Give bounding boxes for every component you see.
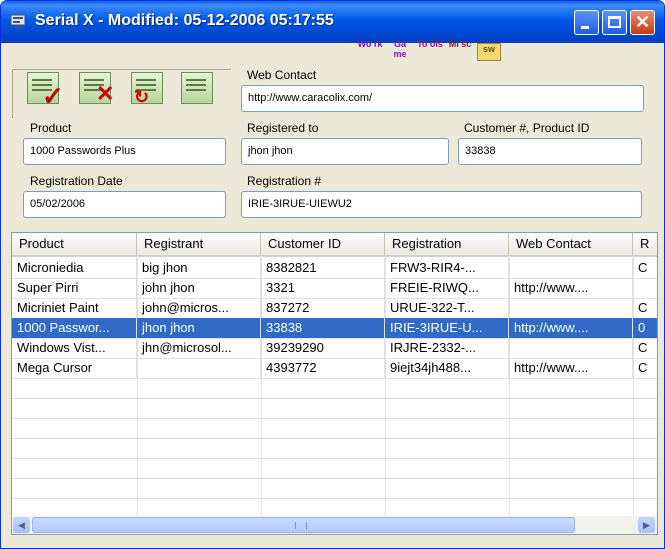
close-icon: ✕ bbox=[634, 12, 651, 32]
table-row-empty bbox=[12, 398, 657, 419]
cell-registrant: jhon jhon bbox=[137, 318, 261, 338]
horizontal-scrollbar[interactable]: ◀ ▶ bbox=[12, 516, 657, 534]
registered-to-label: Registered to bbox=[247, 121, 319, 135]
cell-registrant: jhn@microsol... bbox=[137, 338, 261, 358]
action-panel: ✓ ✕ ↻ bbox=[12, 69, 231, 118]
table-header: Product Registrant Customer ID Registrat… bbox=[12, 233, 657, 257]
table-row-empty bbox=[12, 458, 657, 479]
column-header-web-contact[interactable]: Web Contact bbox=[509, 233, 633, 255]
delete-serial-icon[interactable]: ✕ bbox=[79, 72, 114, 106]
cell-customer-id: 837272 bbox=[261, 298, 385, 318]
cell-registration: IRJRE-2332-... bbox=[385, 338, 509, 358]
cell-product: Super Pirri bbox=[12, 278, 137, 298]
cell-web-contact: http://www.... bbox=[509, 278, 633, 298]
table-row[interactable]: Micriniet Paint john@micros... 837272 UR… bbox=[12, 298, 657, 319]
web-contact-field[interactable]: http://www.caracolix.com/ bbox=[241, 85, 644, 112]
edit-serial-icon[interactable]: ↻ bbox=[131, 72, 163, 107]
cell-product: Micriniet Paint bbox=[12, 298, 137, 318]
cell-r: C bbox=[633, 358, 657, 378]
product-field[interactable]: 1000 Passwords Plus bbox=[23, 138, 226, 165]
registration-date-label: Registration Date bbox=[30, 174, 123, 188]
app-icon bbox=[10, 13, 28, 29]
window-title: Serial X - Modified: 05-12-2006 05:17:55 bbox=[35, 12, 334, 29]
cell-customer-id: 3321 bbox=[261, 278, 385, 298]
cell-r: C bbox=[633, 258, 657, 278]
cell-customer-id: 8382821 bbox=[261, 258, 385, 278]
table-row[interactable]: Super Pirri john jhon 3321 FREIE-RIWQ...… bbox=[12, 278, 657, 299]
maximize-icon bbox=[608, 16, 621, 28]
cell-registration: 9iejt34jh488... bbox=[385, 358, 509, 378]
minimize-button[interactable] bbox=[574, 10, 599, 35]
table-row-empty bbox=[12, 378, 657, 399]
view-serial-icon[interactable] bbox=[181, 72, 213, 104]
cell-product: Mega Cursor bbox=[12, 358, 137, 378]
minimize-icon bbox=[581, 26, 589, 29]
cell-web-contact bbox=[509, 298, 633, 318]
scrollbar-grip-icon bbox=[295, 522, 307, 529]
column-header-product[interactable]: Product bbox=[12, 233, 137, 255]
table-row[interactable]: Mega Cursor 4393772 9iejt34jh488... http… bbox=[12, 358, 657, 379]
cell-r: 0 bbox=[633, 318, 657, 338]
cell-r bbox=[633, 278, 657, 298]
tools-category-icon[interactable]: To ols bbox=[417, 39, 443, 63]
column-header-registrant[interactable]: Registrant bbox=[137, 233, 261, 255]
table-row-empty bbox=[12, 438, 657, 459]
cell-registrant: john jhon bbox=[137, 278, 261, 298]
scroll-left-arrow-icon[interactable]: ◀ bbox=[13, 517, 30, 533]
cell-web-contact bbox=[509, 338, 633, 358]
cell-customer-id: 4393772 bbox=[261, 358, 385, 378]
column-header-r[interactable]: R bbox=[633, 233, 657, 255]
cell-product: 1000 Passwor... bbox=[12, 318, 137, 338]
registration-number-field[interactable]: IRIE-3IRUE-UIEWU2 bbox=[241, 191, 642, 218]
cell-web-contact: http://www.... bbox=[509, 358, 633, 378]
title-bar[interactable]: Serial X - Modified: 05-12-2006 05:17:55… bbox=[1, 1, 664, 43]
scroll-right-arrow-icon[interactable]: ▶ bbox=[638, 517, 655, 533]
category-toolbar: Wo rk Ga me To ols Mi sc sw bbox=[357, 39, 507, 65]
registered-to-field[interactable]: jhon jhon bbox=[241, 138, 449, 165]
software-category-icon[interactable]: sw bbox=[477, 43, 501, 61]
cell-registration: FREIE-RIWQ... bbox=[385, 278, 509, 298]
cell-registration: URUE-322-T... bbox=[385, 298, 509, 318]
table-row-empty bbox=[12, 478, 657, 499]
web-contact-label: Web Contact bbox=[247, 68, 317, 82]
table-row-empty bbox=[12, 418, 657, 439]
cell-product: Microniedia bbox=[12, 258, 137, 278]
customer-id-field[interactable]: 33838 bbox=[458, 138, 642, 165]
cell-registrant: big jhon bbox=[137, 258, 261, 278]
cell-registration: IRIE-3IRUE-U... bbox=[385, 318, 509, 338]
cell-product: Windows Vist... bbox=[12, 338, 137, 358]
registration-date-field[interactable]: 05/02/2006 bbox=[23, 191, 226, 218]
cell-web-contact: http://www.... bbox=[509, 318, 633, 338]
cell-customer-id: 33838 bbox=[261, 318, 385, 338]
scrollbar-thumb[interactable] bbox=[32, 517, 575, 533]
serials-table: Product Registrant Customer ID Registrat… bbox=[11, 232, 658, 535]
product-label: Product bbox=[30, 121, 72, 135]
cell-registrant: john@micros... bbox=[137, 298, 261, 318]
window-body: Wo rk Ga me To ols Mi sc sw ✓ ✕ ↻ Web Co… bbox=[4, 39, 661, 547]
close-button[interactable]: ✕ bbox=[630, 10, 655, 35]
column-header-customer-id[interactable]: Customer ID bbox=[261, 233, 385, 255]
table-row-selected[interactable]: 1000 Passwor... jhon jhon 33838 IRIE-3IR… bbox=[12, 318, 657, 339]
cell-r: C bbox=[633, 298, 657, 318]
add-serial-icon[interactable]: ✓ bbox=[27, 72, 64, 111]
table-row[interactable]: Windows Vist... jhn@microsol... 39239290… bbox=[12, 338, 657, 359]
games-category-icon[interactable]: Ga me bbox=[387, 39, 413, 63]
registration-number-label: Registration # bbox=[247, 174, 322, 188]
misc-category-icon[interactable]: Mi sc bbox=[447, 39, 473, 63]
cell-customer-id: 39239290 bbox=[261, 338, 385, 358]
maximize-button[interactable] bbox=[602, 10, 627, 35]
cell-registration: FRW3-RIR4-... bbox=[385, 258, 509, 278]
cell-web-contact bbox=[509, 258, 633, 278]
work-category-icon[interactable]: Wo rk bbox=[357, 39, 383, 63]
cell-r: C bbox=[633, 338, 657, 358]
cell-registrant bbox=[137, 358, 261, 378]
customer-id-label: Customer #, Product ID bbox=[464, 121, 590, 135]
table-row[interactable]: Microniedia big jhon 8382821 FRW3-RIR4-.… bbox=[12, 258, 657, 279]
serial-x-window: Serial X - Modified: 05-12-2006 05:17:55… bbox=[0, 0, 665, 549]
column-header-registration[interactable]: Registration bbox=[385, 233, 509, 255]
